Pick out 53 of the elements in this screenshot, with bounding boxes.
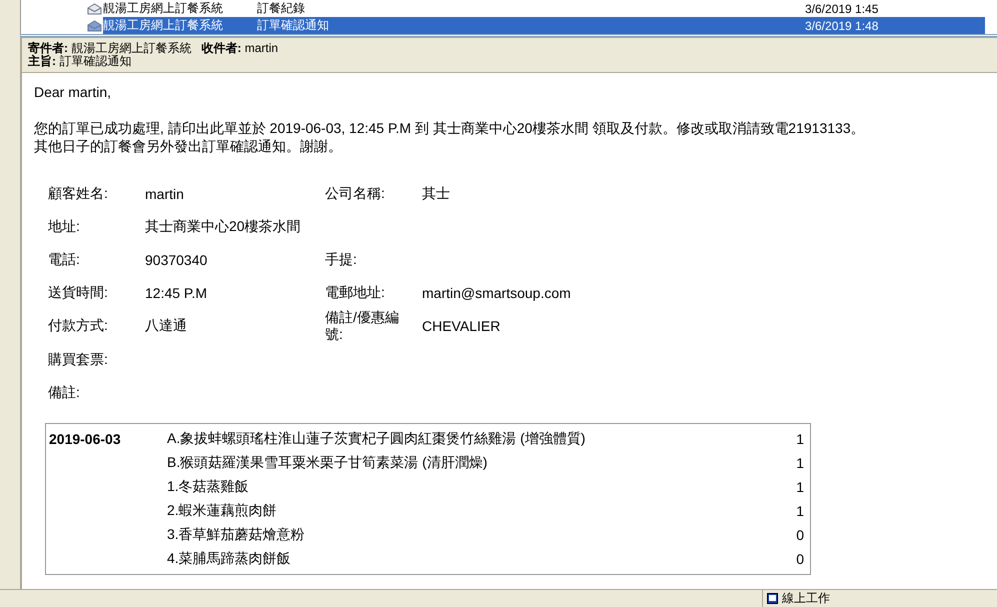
item-name: 3.香草鮮茄蘑菇燴意粉 bbox=[167, 526, 305, 542]
subject-label: 主旨: bbox=[28, 54, 56, 68]
field-label: 付款方式: bbox=[48, 317, 108, 335]
item-name: B.猴頭菇羅漢果雪耳粟米栗子甘筍素菜湯 (清肝潤燥) bbox=[167, 454, 488, 470]
field-label: 備註/優惠編號: bbox=[325, 309, 400, 343]
subject-text: 訂餐紀錄 bbox=[257, 0, 306, 17]
field-value: CHEVALIER bbox=[422, 318, 500, 334]
sender-text: 靚湯工房網上訂餐系統 bbox=[103, 0, 224, 17]
subject-text: 訂單確認通知 bbox=[257, 17, 330, 34]
item-quantity: 1 bbox=[796, 455, 804, 471]
field-value: 其士 bbox=[422, 184, 450, 202]
field-label: 電郵地址: bbox=[325, 284, 386, 301]
item-name: 2.蝦米蓮藕煎肉餅 bbox=[167, 502, 277, 518]
field-label: 送貨時間: bbox=[48, 284, 108, 302]
field-label: 公司名稱: bbox=[325, 185, 386, 202]
item-quantity: 1 bbox=[796, 479, 804, 495]
to-label: 收件者: bbox=[201, 41, 242, 55]
message-row[interactable]: 靚湯工房網上訂餐系統 訂餐紀錄 3/6/2019 1:45 bbox=[103, 0, 985, 17]
from-label: 寄件者: bbox=[28, 41, 68, 55]
envelope-icon bbox=[87, 20, 102, 32]
field-label: 備註: bbox=[48, 384, 80, 402]
item-quantity: 1 bbox=[796, 431, 804, 447]
item-name: A.象拔蚌螺頭瑤柱淮山蓮子茨實杞子圓肉紅棗煲竹絲雞湯 (增強體質) bbox=[167, 430, 586, 446]
item-quantity: 0 bbox=[796, 527, 804, 543]
field-value: 其士商業中心20樓茶水間 bbox=[145, 218, 301, 236]
status-text: 線上工作 bbox=[782, 590, 830, 607]
date-text: 3/6/2019 1:48 bbox=[805, 18, 880, 32]
from-text: 靚湯工房網上訂餐系統 bbox=[71, 41, 192, 55]
field-value: 八達通 bbox=[145, 317, 187, 335]
field-value: 12:45 P.M bbox=[145, 284, 208, 300]
item-name: 4.菜脯馬蹄蒸肉餅飯 bbox=[167, 550, 291, 566]
subject-text: 訂單確認通知 bbox=[59, 54, 132, 68]
field-label: 電話: bbox=[48, 250, 80, 268]
envelope-icon bbox=[87, 2, 102, 14]
item-name: 1.冬菇蒸雞飯 bbox=[167, 478, 249, 494]
field-label: 顧客姓名: bbox=[48, 184, 108, 202]
sender-text: 靚湯工房網上訂餐系統 bbox=[103, 17, 224, 34]
message-text: 您的訂單已成功處理, 請印出此單並於 2019-06-03, 12:45 P.M 到 其士商業中心20樓茶水間 領取及付款。修改或取消請致電21913133。 bbox=[34, 119, 866, 137]
item-quantity: 0 bbox=[796, 551, 804, 567]
field-value: martin bbox=[145, 186, 184, 202]
field-value: martin@smartsoup.com bbox=[422, 284, 571, 300]
field-label: 手提: bbox=[325, 251, 358, 268]
order-date: 2019-06-03 bbox=[48, 431, 121, 447]
item-quantity: 1 bbox=[796, 503, 804, 519]
to-text: martin bbox=[244, 41, 278, 55]
field-value: 90370340 bbox=[145, 252, 208, 268]
message-row[interactable]: 靚湯工房網上訂餐系統 訂單確認通知 3/6/2019 1:48 bbox=[103, 17, 985, 34]
computer-icon bbox=[767, 593, 778, 604]
greeting-text: Dear martin, bbox=[34, 83, 112, 101]
message-text: 其他日子的訂餐會另外發出訂單確認通知。謝謝。 bbox=[34, 137, 343, 155]
date-text: 3/6/2019 1:45 bbox=[805, 2, 880, 16]
field-label: 地址: bbox=[48, 218, 80, 236]
field-label: 購買套票: bbox=[48, 350, 108, 368]
